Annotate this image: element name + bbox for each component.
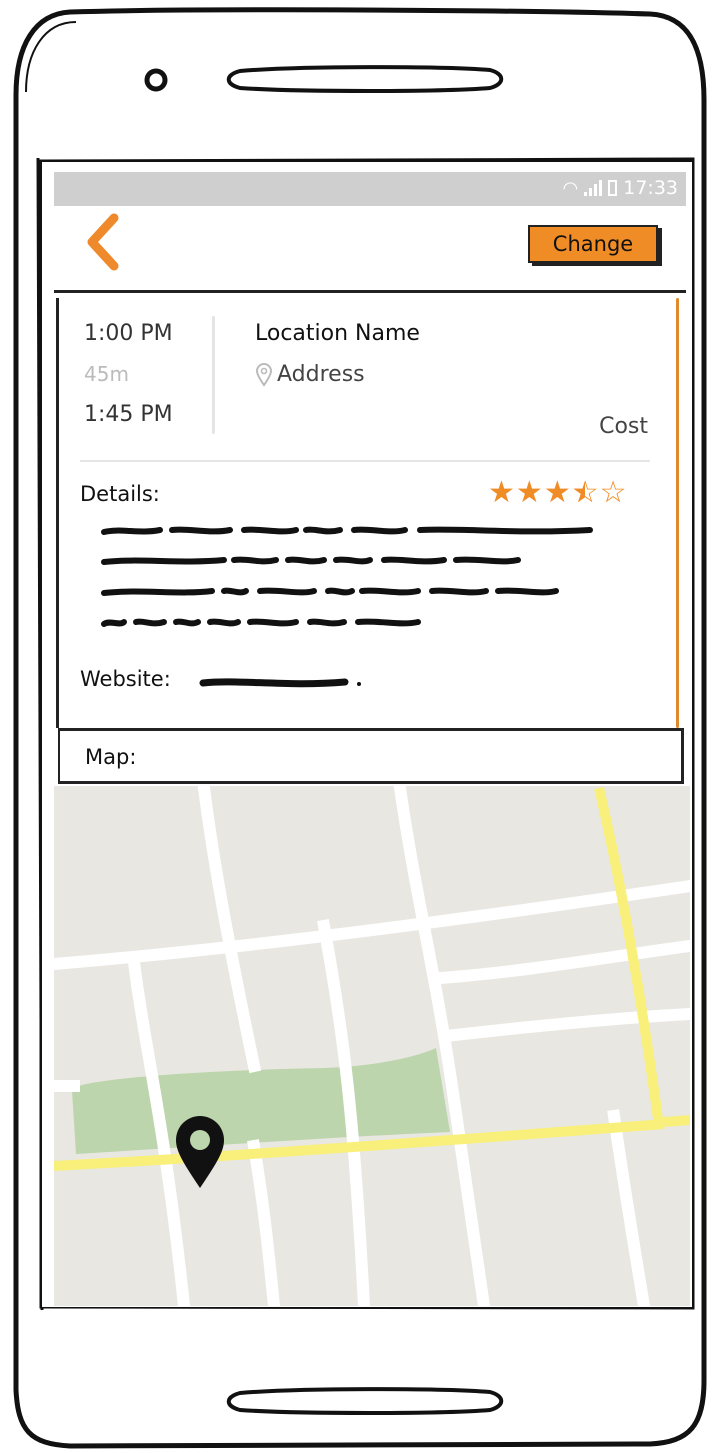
scroll-indicator xyxy=(676,298,679,728)
details-label: Details: xyxy=(80,482,160,506)
card-border-left xyxy=(56,298,59,728)
wifi-icon: ◠ xyxy=(562,177,579,199)
star-full-icon: ★ xyxy=(515,475,543,510)
star-half-icon: ☆★ xyxy=(571,475,599,510)
card-divider xyxy=(80,460,650,462)
star-full-icon: ★ xyxy=(488,475,515,510)
status-bar: ◠ 17:33 xyxy=(54,172,686,206)
start-time: 1:00 PM xyxy=(84,321,173,346)
signal-icon xyxy=(584,180,603,196)
map-header: Map: xyxy=(58,728,684,784)
time-divider xyxy=(212,316,215,434)
star-full-icon: ★ xyxy=(543,475,571,510)
map-view[interactable] xyxy=(54,786,690,1306)
header-divider xyxy=(54,290,686,293)
website-label: Website: xyxy=(80,667,171,691)
cost-label: Cost xyxy=(599,414,648,439)
map-label: Map: xyxy=(85,745,137,769)
address-row: Address xyxy=(255,362,365,387)
map-pin-icon xyxy=(255,362,273,387)
end-time: 1:45 PM xyxy=(84,402,173,427)
website-link-placeholder[interactable] xyxy=(197,673,367,693)
address-text: Address xyxy=(277,362,365,387)
battery-icon xyxy=(608,180,618,196)
rating-stars: ★ ★ ★ ☆★ ☆ xyxy=(488,478,627,508)
app-screen: ◠ 17:33 Change 1:00 PM 45m 1:45 PM Locat… xyxy=(42,162,692,1307)
star-empty-icon: ☆ xyxy=(599,475,627,510)
chevron-left-icon[interactable] xyxy=(82,212,122,272)
duration: 45m xyxy=(84,362,129,386)
change-button[interactable]: Change xyxy=(528,225,658,263)
status-time: 17:33 xyxy=(623,177,678,199)
details-text-placeholder xyxy=(101,526,593,627)
location-name: Location Name xyxy=(255,321,420,346)
status-icons: ◠ 17:33 xyxy=(563,177,678,199)
